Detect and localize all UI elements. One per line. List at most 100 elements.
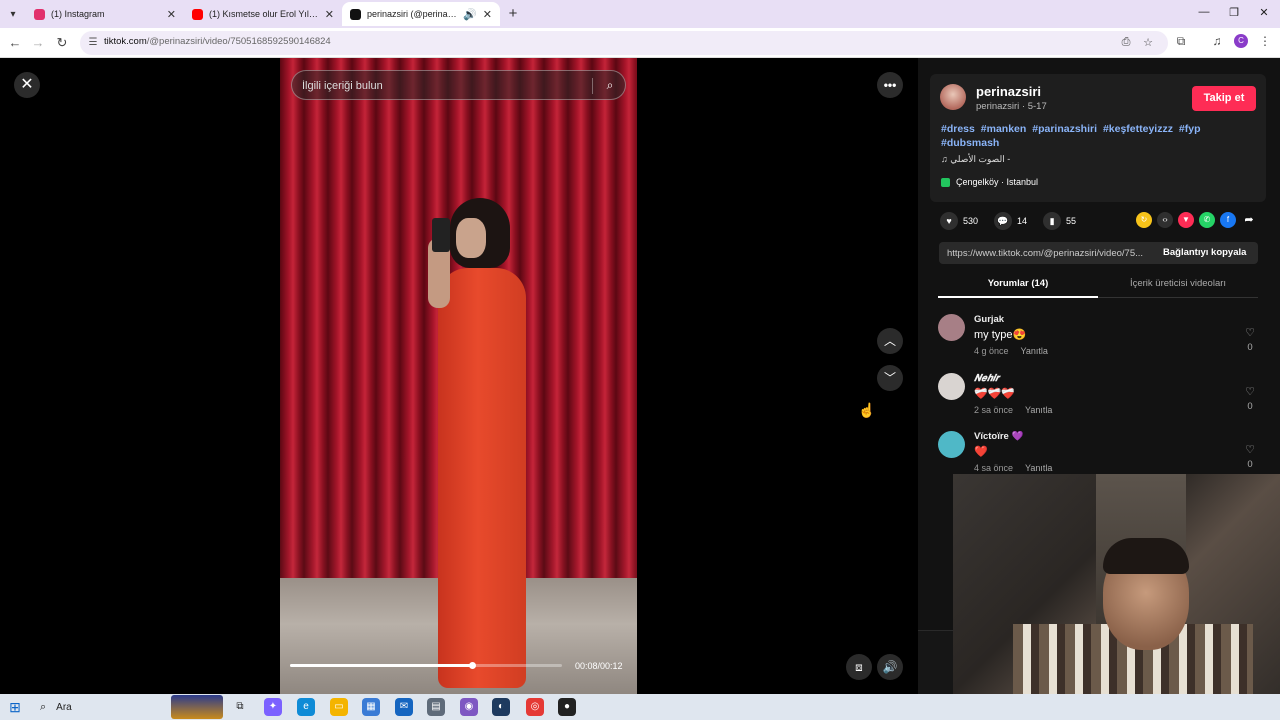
forward-icon[interactable]: → [29,34,47,52]
copy-link-button[interactable]: Bağlantıyı kopyala [1163,247,1246,258]
comment-like-count: 0 [1247,342,1253,353]
action-bar: ♥ 530 💬 14 ▮ 55 [940,212,1092,230]
extensions-icon[interactable]: ⧉ [1172,34,1190,49]
author-card: perinazsiri perinazsiri · 5-17 Takip et … [930,74,1266,202]
search-input[interactable] [302,77,582,95]
window-close-icon[interactable]: ✕ [1254,6,1274,19]
hashtag-link[interactable]: #dress [941,123,975,135]
video-player[interactable]: ⌕ 00:08/00:12 [280,58,637,694]
author-avatar[interactable] [940,84,966,110]
send-icon[interactable]: ▼ [1178,212,1194,228]
repost-icon[interactable]: ↻ [1136,212,1152,228]
tab-comments[interactable]: Yorumlar (14) [938,278,1098,289]
reply-link[interactable]: Yanıtla [1025,405,1052,415]
comment-author[interactable]: Gurjak [974,314,1004,325]
chrome-icon[interactable]: ◎ [526,698,544,716]
reply-link[interactable]: Yanıtla [1025,463,1052,473]
embed-icon[interactable]: ‹› [1157,212,1173,228]
save-count: 55 [1066,216,1077,226]
close-tab-icon[interactable]: ✕ [483,8,492,21]
comment-meta: 2 sa önce Yanıtla [974,405,1053,415]
progress-fill [290,664,473,667]
webcam-overlay [953,474,1280,694]
task-view-icon[interactable]: ⧉ [231,698,249,716]
comment-like-icon[interactable]: ♡ [1244,385,1256,398]
back-icon[interactable]: ← [6,34,24,52]
facebook-icon[interactable]: f [1220,212,1236,228]
music-link[interactable]: ♫ الصوت الأصلي - [941,154,1010,165]
comment-author[interactable]: Vïctoïre 💜 [974,431,1023,442]
comment-item: 𝑵𝒆𝒉𝒊𝒓 ❤️‍🩹❤️‍🩹❤️‍🩹 2 sa önce Yanıtla ♡ 0 [938,373,1258,429]
mail-icon[interactable]: ✉ [395,698,413,716]
restore-icon[interactable]: ❐ [1224,6,1244,19]
comment-text: ❤️ [974,446,988,458]
comment-like-icon[interactable]: ♡ [1244,326,1256,339]
copilot-icon[interactable]: ✦ [264,698,282,716]
floating-player-button[interactable]: ⧈ [846,654,872,680]
reply-link[interactable]: Yanıtla [1021,346,1048,356]
close-tab-icon[interactable]: ✕ [325,8,334,21]
new-tab-icon[interactable]: + [505,5,521,22]
save-action[interactable]: ▮ 55 [1043,212,1076,230]
comment-meta: 4 g önce Yanıtla [974,346,1048,356]
author-name[interactable]: perinazsiri [976,84,1041,99]
like-action[interactable]: ♥ 530 [940,212,978,230]
more-options-button[interactable]: ••• [877,72,903,98]
store-icon[interactable]: ▦ [362,698,380,716]
comment-like-count: 0 [1247,401,1253,412]
tab-instagram[interactable]: (1) Instagram ✕ [26,2,184,26]
youtube-icon [192,8,203,20]
site-info-icon[interactable]: ☰ [86,36,100,50]
video-search-box: ⌕ [291,70,626,100]
address-bar[interactable]: ☰ tiktok.com/@perinazsiri/video/75051685… [80,31,1168,55]
comment-text: ❤️‍🩹❤️‍🩹❤️‍🩹 [974,388,1016,400]
windows-start-icon[interactable]: ⊞ [7,699,23,715]
steam-icon[interactable]: ◐ [492,698,510,716]
next-video-button[interactable]: ﹀ [877,365,903,391]
install-app-icon[interactable]: ⎙ [1118,36,1134,49]
tab-youtube[interactable]: (1) Kısmetse olur Erol Yıldırım e ✕ [184,2,342,26]
news-widget[interactable] [171,695,223,719]
edge-icon[interactable]: e [297,698,315,716]
follow-button[interactable]: Takip et [1192,86,1256,111]
video-progress-bar[interactable] [290,662,562,669]
close-tab-icon[interactable]: ✕ [167,8,176,21]
comment-like-count: 0 [1247,459,1253,470]
obs-icon[interactable]: ◉ [460,698,478,716]
speaker-icon[interactable]: 🔊 [463,8,477,21]
recorder-icon[interactable]: ● [558,698,576,716]
tab-search-menu-icon[interactable]: ▾ [4,5,22,23]
reload-icon[interactable]: ↻ [53,34,71,52]
tab-creator-videos[interactable]: İçerik üreticisi videoları [1098,278,1258,289]
previous-video-button[interactable]: ︿ [877,328,903,354]
hashtag-link[interactable]: #keşfetteyizzz [1103,123,1173,135]
location-link[interactable]: Çengelköy · Istanbul [941,177,1038,187]
volume-button[interactable]: 🔊 [877,654,903,680]
comment-author[interactable]: 𝑵𝒆𝒉𝒊𝒓 [974,373,999,384]
more-menu-icon[interactable]: ⋮ [1256,34,1274,48]
bookmark-star-icon[interactable]: ☆ [1140,36,1156,49]
app-icon[interactable]: ▤ [427,698,445,716]
minimize-icon[interactable]: — [1194,6,1214,18]
tab-title: (1) Kısmetse olur Erol Yıldırım e [209,9,319,19]
comment-avatar[interactable] [938,431,965,458]
hashtag-link[interactable]: #manken [981,123,1027,135]
comment-like-icon[interactable]: ♡ [1244,443,1256,456]
profile-avatar[interactable]: C [1234,34,1248,48]
search-icon[interactable]: ⌕ [602,77,618,93]
comment-action[interactable]: 💬 14 [994,212,1027,230]
hashtag-list: #dress #manken #parinazshiri #keşfetteyi… [941,122,1241,150]
tab-tiktok[interactable]: perinazsiri (@perinazsiri) | T 🔊 ✕ [342,2,500,26]
comment-avatar[interactable] [938,373,965,400]
whatsapp-icon[interactable]: ✆ [1199,212,1215,228]
share-arrow-icon[interactable]: ➦ [1241,212,1257,228]
close-video-button[interactable]: ✕ [14,72,40,98]
hashtag-link[interactable]: #dubsmash [941,137,999,149]
hashtag-link[interactable]: #parinazshiri [1032,123,1097,135]
taskbar-search-label: Ara [56,701,72,713]
hashtag-link[interactable]: #fyp [1179,123,1201,135]
media-control-icon[interactable]: ♫ [1208,34,1226,48]
file-explorer-icon[interactable]: ▭ [330,698,348,716]
heart-icon: ♥ [940,212,958,230]
comment-avatar[interactable] [938,314,965,341]
